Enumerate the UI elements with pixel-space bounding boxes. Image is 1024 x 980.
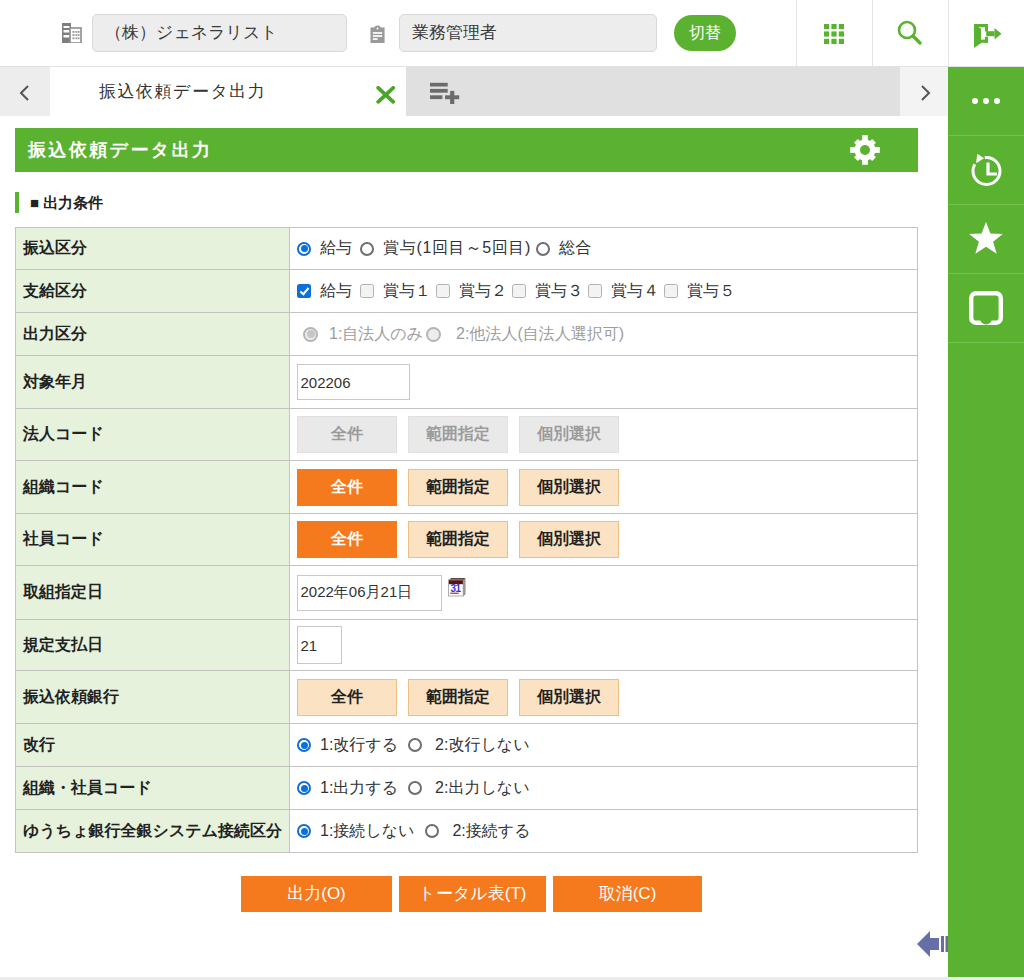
svg-text:31: 31	[450, 582, 461, 593]
